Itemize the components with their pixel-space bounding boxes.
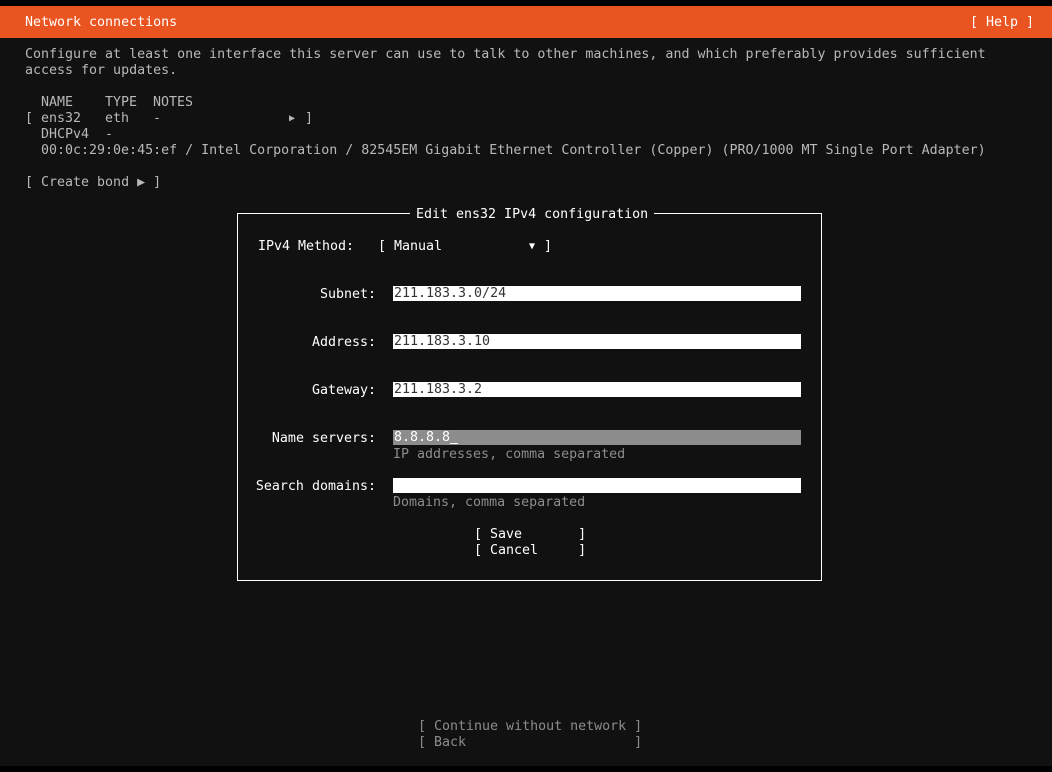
interface-type: eth	[105, 111, 130, 126]
address-label: Address:	[311, 335, 376, 350]
method-bracket-open: [	[378, 239, 387, 254]
interface-notes: -	[153, 111, 162, 126]
gateway-input[interactable]: 211.183.3.2	[393, 382, 801, 397]
address-input[interactable]: 211.183.3.10	[393, 334, 801, 349]
subnet-input[interactable]: 211.183.3.0/24	[393, 286, 801, 301]
column-header-type: TYPE	[105, 95, 138, 110]
page-title: Network connections	[25, 15, 178, 30]
interface-hardware-details: 00:0c:29:0e:45:ef / Intel Corporation / …	[41, 143, 986, 158]
header-bar: Network connections [ Help ]	[0, 6, 1052, 38]
search-domains-input[interactable]	[393, 478, 801, 493]
interface-config-method: DHCPv4	[41, 127, 90, 142]
name-servers-value: 8.8.8.8	[394, 430, 451, 445]
name-servers-help: IP addresses, comma separated	[393, 447, 626, 462]
search-domains-label: Search domains:	[255, 479, 376, 494]
intro-text-line-2: access for updates.	[25, 63, 178, 78]
arrow-right-icon: ▶	[289, 113, 296, 124]
method-value: Manual	[394, 239, 443, 254]
ipv4-method-label: IPv4 Method:	[258, 239, 355, 254]
back-button[interactable]: [ Back ]	[418, 735, 642, 751]
intro-text-line-1: Configure at least one interface this se…	[25, 47, 986, 62]
method-bracket-close: ]	[544, 239, 553, 254]
save-button[interactable]: [ Save ]	[474, 527, 586, 543]
row-bracket-open: [	[25, 111, 34, 126]
subnet-label: Subnet:	[319, 287, 376, 302]
name-servers-input[interactable]: 8.8.8.8	[393, 430, 801, 445]
text-cursor	[450, 430, 459, 444]
interface-name: ens32	[41, 111, 82, 126]
continue-without-network-button[interactable]: [ Continue without network ]	[418, 719, 642, 735]
row-bracket-close: ]	[305, 111, 314, 126]
installer-screen: Network connections [ Help ] Configure a…	[0, 6, 1052, 766]
help-button[interactable]: [ Help ]	[970, 15, 1034, 31]
cancel-button[interactable]: [ Cancel ]	[474, 543, 586, 559]
column-header-notes: NOTES	[153, 95, 194, 110]
gateway-label: Gateway:	[311, 383, 376, 398]
search-domains-help: Domains, comma separated	[393, 495, 586, 510]
dialog-title: Edit ens32 IPv4 configuration	[410, 207, 655, 223]
name-servers-label: Name servers:	[271, 431, 376, 446]
create-bond-button[interactable]: [ Create bond ▶ ]	[25, 175, 161, 191]
chevron-down-icon: ▼	[529, 241, 536, 252]
column-header-name: NAME	[41, 95, 74, 110]
interface-config-value: -	[105, 127, 114, 142]
